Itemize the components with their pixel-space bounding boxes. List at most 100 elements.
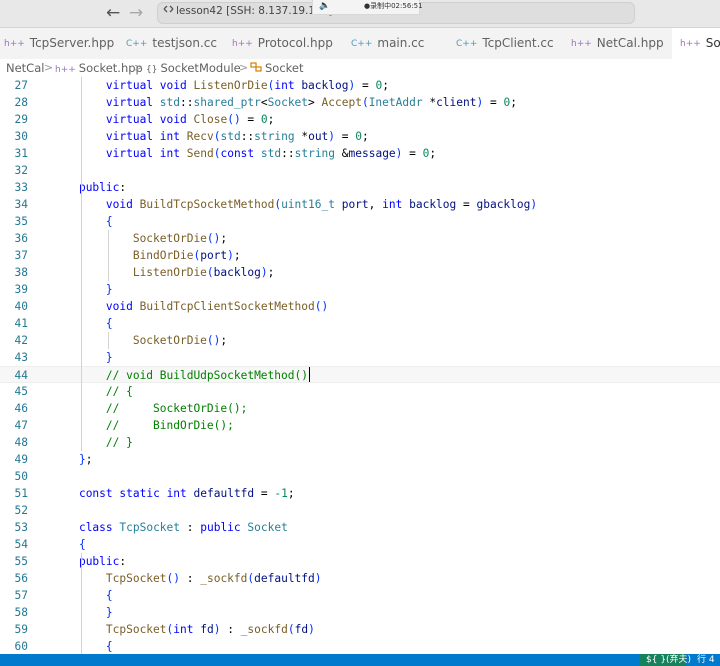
line-number: 54 — [14, 538, 28, 551]
tab-protocol-hpp[interactable]: h++ Protocol.hpp — [232, 28, 333, 59]
forward-arrow-icon[interactable]: → — [129, 2, 143, 24]
line-number: 36 — [14, 232, 28, 245]
line-number: 38 — [14, 266, 28, 279]
namespace-braces-icon: {} — [146, 65, 158, 75]
line-number: 33 — [14, 181, 28, 194]
code-text: }; — [78, 453, 93, 466]
hpp-file-icon: h++ — [4, 39, 25, 49]
code-line[interactable]: 44 // void BuildUdpSocketMethod() — [0, 366, 720, 383]
cpp-file-icon: C++ — [351, 39, 373, 49]
class-icon — [250, 62, 262, 75]
code-editor[interactable]: 27 virtual void ListenOrDie(int backlog)… — [0, 77, 720, 654]
code-text: virtual int Send(const std::string &mess… — [105, 147, 437, 160]
tab-tcpclient-cc[interactable]: C++ TcpClient.cc — [456, 28, 554, 59]
line-number: 57 — [14, 589, 28, 602]
line-number: 52 — [14, 504, 28, 517]
line-number: 55 — [14, 555, 28, 568]
tab-label: Protocol.hpp — [257, 36, 333, 50]
code-line[interactable]: 43 } — [0, 349, 720, 366]
line-number: 29 — [14, 113, 28, 126]
code-text: TcpSocket(int fd) : _sockfd(fd) — [105, 623, 315, 636]
line-number: 59 — [14, 623, 28, 636]
line-number: 56 — [14, 572, 28, 585]
code-line[interactable]: 53 class TcpSocket : public Socket — [0, 519, 720, 536]
text-caret — [309, 367, 311, 382]
code-text: SocketOrDie(); — [132, 334, 228, 347]
code-line[interactable]: 54 { — [0, 536, 720, 553]
indent-guide — [80, 553, 82, 654]
code-text: SocketOrDie(); — [132, 232, 228, 245]
status-encoding[interactable]: ${ }(弃夫) — [640, 654, 691, 666]
breadcrumb-file[interactable]: h++ Socket.hpp — [55, 59, 143, 79]
code-text: // void BuildUdpSocketMethod() — [105, 369, 308, 382]
code-line[interactable]: 45 // { — [0, 383, 720, 400]
code-line[interactable]: 58 } — [0, 604, 720, 621]
code-line[interactable]: 30 virtual int Recv(std::string *out) = … — [0, 128, 720, 145]
code-line[interactable]: 39 } — [0, 281, 720, 298]
line-number: 43 — [14, 351, 28, 364]
code-line[interactable]: 60 { — [0, 638, 720, 654]
code-line[interactable]: 33 public: — [0, 179, 720, 196]
code-text: { — [105, 317, 113, 330]
indent-guide — [107, 230, 109, 281]
code-line[interactable]: 59 TcpSocket(int fd) : _sockfd(fd) — [0, 621, 720, 638]
code-line[interactable]: 41 { — [0, 315, 720, 332]
code-line[interactable]: 29 virtual void Close() = 0; — [0, 111, 720, 128]
tab-testjson-cc[interactable]: C++ testjson.cc — [126, 28, 217, 59]
code-line[interactable]: 56 TcpSocket() : _sockfd(defaultfd) — [0, 570, 720, 587]
status-cursor-position[interactable]: 行 4 — [697, 654, 715, 666]
line-number: 48 — [14, 436, 28, 449]
code-text: { — [105, 215, 113, 228]
code-line[interactable]: 32 — [0, 162, 720, 179]
tab-socket-hpp[interactable]: h++ Socket.hpp — [672, 28, 720, 60]
tab-netcal-hpp[interactable]: h++ NetCal.hpp — [571, 28, 664, 59]
code-line[interactable]: 35 { — [0, 213, 720, 230]
code-line[interactable]: 47 // BindOrDie(); — [0, 417, 720, 434]
tab-label: TcpServer.hpp — [29, 36, 115, 50]
hpp-file-icon: h++ — [55, 65, 76, 75]
code-text: } — [105, 606, 113, 619]
tab-label: Socket.hpp — [705, 36, 720, 50]
code-line[interactable]: 49 }; — [0, 451, 720, 468]
recording-timer: ●录制中02:56:51 — [364, 2, 423, 10]
code-line[interactable]: 46 // SocketOrDie(); — [0, 400, 720, 417]
code-line[interactable]: 34 void BuildTcpSocketMethod(uint16_t po… — [0, 196, 720, 213]
code-text: class TcpSocket : public Socket — [78, 521, 288, 534]
code-line[interactable]: 40 void BuildTcpClientSocketMethod() — [0, 298, 720, 315]
line-number: 37 — [14, 249, 28, 262]
code-line[interactable]: 27 virtual void ListenOrDie(int backlog)… — [0, 77, 720, 94]
breadcrumb-symbol[interactable]: Socket — [250, 59, 304, 79]
tab-label: main.cc — [377, 36, 425, 50]
code-line[interactable]: 57 { — [0, 587, 720, 604]
back-arrow-icon[interactable]: ← — [106, 2, 120, 24]
line-number: 41 — [14, 317, 28, 330]
code-text: { — [105, 589, 113, 602]
indent-guide — [80, 77, 82, 451]
code-line[interactable]: 50 — [0, 468, 720, 485]
code-line[interactable]: 51 const static int defaultfd = -1; — [0, 485, 720, 502]
code-line[interactable]: 28 virtual std::shared_ptr<Socket> Accep… — [0, 94, 720, 111]
code-line[interactable]: 52 — [0, 502, 720, 519]
indent-guide — [107, 332, 109, 349]
code-text: } — [105, 351, 113, 364]
code-text: void BuildTcpSocketMethod(uint16_t port,… — [105, 198, 538, 211]
breadcrumb-folder[interactable]: NetCal — [6, 59, 44, 77]
code-line[interactable]: 31 virtual int Send(const std::string &m… — [0, 145, 720, 162]
code-line[interactable]: 48 // } — [0, 434, 720, 451]
line-number: 35 — [14, 215, 28, 228]
line-number: 46 — [14, 402, 28, 415]
tab-tcpserver-hpp[interactable]: h++ TcpServer.hpp — [4, 28, 114, 59]
line-number: 49 — [14, 453, 28, 466]
code-text: // BindOrDie(); — [105, 419, 234, 432]
chevron-right-icon: > — [134, 61, 144, 74]
code-text: // } — [105, 436, 133, 449]
line-number: 30 — [14, 130, 28, 143]
line-number: 45 — [14, 385, 28, 398]
hpp-file-icon: h++ — [571, 39, 592, 49]
code-line[interactable]: 55 public: — [0, 553, 720, 570]
hpp-file-icon: h++ — [680, 39, 701, 49]
breadcrumb-namespace[interactable]: {} SocketModule — [146, 59, 241, 79]
code-text: const static int defaultfd = -1; — [78, 487, 295, 500]
line-number: 40 — [14, 300, 28, 313]
tab-main-cc[interactable]: C++ main.cc — [351, 28, 424, 59]
